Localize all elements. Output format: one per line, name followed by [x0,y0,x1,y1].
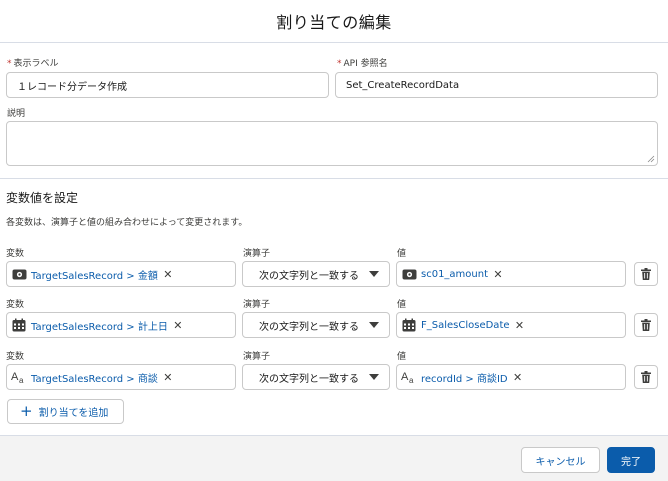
operator-column-label: 演算子 [243,249,271,259]
remove-icon[interactable]: ✕ [173,320,183,331]
operator-select[interactable]: 次の文字列と一致する [242,364,390,390]
variable-column-label: 変数 [6,352,25,362]
operator-column-label: 演算子 [243,300,271,310]
variable-pill: Aa TargetSalesRecord > 商談 ✕ [11,370,173,385]
operator-column-label: 演算子 [243,352,271,362]
required-marker: * [337,59,342,69]
trash-icon [641,268,651,280]
description-textarea[interactable] [6,121,658,166]
value-pill: Aa recordId > 商談ID ✕ [401,370,523,385]
trash-icon [641,319,651,331]
remove-icon[interactable]: ✕ [163,269,173,280]
required-marker: * [7,59,12,69]
modal-title: 割り当ての編集 [276,13,392,32]
add-assignment-button[interactable]: + 割り当てを追加 [7,399,124,424]
trash-icon [641,371,651,383]
currency-icon [401,267,417,281]
done-button[interactable]: 完了 [607,447,655,473]
variable-column-label: 変数 [6,249,25,259]
variable-pill: TargetSalesRecord > 計上日 ✕ [11,315,183,335]
remove-icon[interactable]: ✕ [515,320,525,331]
cancel-button[interactable]: キャンセル [521,447,600,473]
modal-header: 割り当ての編集 [0,0,668,43]
delete-row-button[interactable] [634,262,658,286]
modal-footer: キャンセル 完了 [0,435,668,481]
chevron-down-icon [369,322,379,328]
variable-picker[interactable]: Aa TargetSalesRecord > 商談 ✕ [6,364,236,390]
value-pill: F_SalesCloseDate ✕ [401,315,525,335]
variable-column-label: 変数 [6,300,25,310]
resize-grip-icon[interactable] [647,155,655,163]
value-pill: sc01_amount ✕ [401,264,503,284]
plus-icon: + [20,402,33,420]
variable-picker[interactable]: TargetSalesRecord > 計上日 ✕ [6,312,236,338]
value-picker[interactable]: F_SalesCloseDate ✕ [396,312,626,338]
svg-text:A: A [401,371,409,383]
variable-pill: TargetSalesRecord > 金額 ✕ [11,264,173,284]
delete-row-button[interactable] [634,365,658,389]
api-name-field-label: * API 参照名 [337,59,388,69]
remove-icon[interactable]: ✕ [163,372,173,383]
delete-row-button[interactable] [634,313,658,337]
currency-icon [11,267,27,281]
section-title: 変数値を設定 [6,191,79,205]
value-column-label: 値 [397,300,407,310]
text-type-icon: Aa [401,370,417,384]
operator-select[interactable]: 次の文字列と一致する [242,312,390,338]
value-picker[interactable]: sc01_amount ✕ [396,261,626,287]
svg-text:a: a [409,376,414,384]
chevron-down-icon [369,271,379,277]
calendar-icon [401,318,417,332]
label-input[interactable]: １レコード分データ作成 [6,72,329,98]
section-divider [0,178,668,179]
value-column-label: 値 [397,249,407,259]
remove-icon[interactable]: ✕ [513,372,523,383]
label-field-label: * 表示ラベル [7,59,59,69]
value-picker[interactable]: Aa recordId > 商談ID ✕ [396,364,626,390]
api-name-input[interactable]: Set_CreateRecordData [335,72,658,98]
description-field-label: 説明 [7,109,26,119]
chevron-down-icon [369,374,379,380]
calendar-icon [11,318,27,332]
variable-picker[interactable]: TargetSalesRecord > 金額 ✕ [6,261,236,287]
text-type-icon: Aa [11,370,27,384]
value-column-label: 値 [397,352,407,362]
section-help-text: 各変数は、演算子と値の組み合わせによって変更されます。 [6,218,248,228]
operator-select[interactable]: 次の文字列と一致する [242,261,390,287]
svg-text:A: A [11,371,19,383]
svg-text:a: a [19,376,24,384]
remove-icon[interactable]: ✕ [493,269,503,280]
